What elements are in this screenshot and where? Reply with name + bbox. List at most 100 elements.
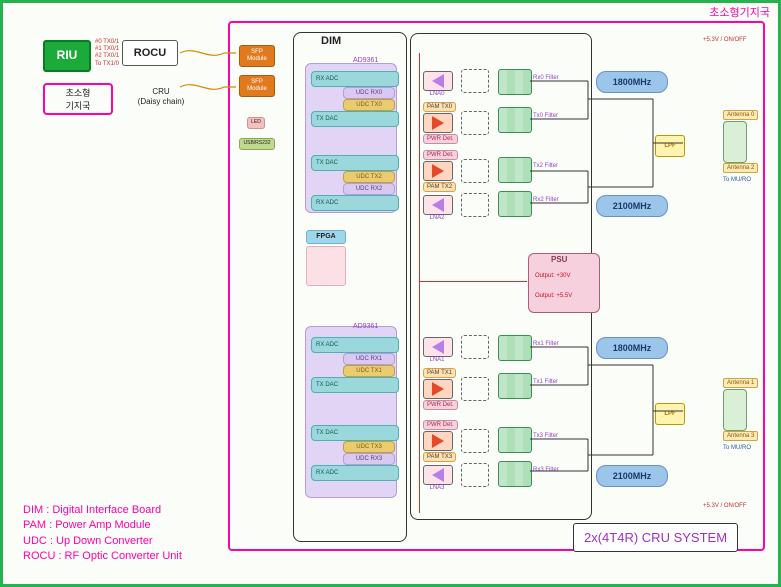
tx-dac-0: TX DAC [311, 111, 399, 127]
rx1-filter-label: Rx1 Filter [533, 341, 583, 347]
rx-adc-1: RX ADC [311, 337, 399, 353]
rx-adc-0: RX ADC [311, 71, 399, 87]
lpf-bot: LPF [655, 403, 685, 425]
udc-tx1: UDC TX1 [343, 365, 395, 377]
udc-rx2: UDC RX2 [343, 183, 395, 195]
fpga-label: FPGA [306, 230, 346, 244]
power-bus-wire [419, 53, 420, 513]
udc-rx3: UDC RX3 [343, 453, 395, 465]
tx-dac-3: TX DAC [311, 425, 399, 441]
rx-adc-2: RX ADC [311, 195, 399, 211]
pam-tx0-label: PAM TX0 [423, 102, 456, 112]
sfp-module-1: SFP Module [239, 75, 275, 97]
riu-block: RIU [43, 40, 91, 72]
rx3-filter-icon [498, 461, 532, 487]
psu-title: PSU [551, 255, 567, 265]
tx3-filter-label: Tx3 Filter [533, 433, 583, 439]
freq-1800-bot: 1800MHz [596, 337, 668, 359]
pam-tx1-label: PAM TX1 [423, 368, 456, 378]
pam-tx1-amp [423, 379, 453, 399]
rocu-block: ROCU [122, 40, 178, 66]
pam-tx0-amp [423, 113, 453, 133]
multiplier-icon-5 [461, 377, 489, 401]
freq-2100-bot: 2100MHz [596, 465, 668, 487]
pwr-det-2: PWR Det. [423, 150, 458, 160]
ant-switch-top [723, 121, 747, 163]
udc-tx0: UDC TX0 [343, 99, 395, 111]
rx2-filter-label: Rx2 Filter [533, 197, 583, 203]
multiplier-icon-1 [461, 111, 489, 135]
pwr-det-1: PWR Det. [423, 400, 458, 410]
udc-rx0: UDC RX0 [343, 87, 395, 99]
multiplier-icon-3 [461, 193, 489, 217]
ant3-label: Antenna 3 [723, 431, 758, 441]
pwr-label-bot: +5.3V / ON/OFF [703, 503, 747, 511]
legend-udc: UDC : Up Down Converter [23, 534, 182, 549]
psu-5-5v: Output: +5.5V [535, 293, 572, 299]
tx1-filter-icon [498, 373, 532, 399]
dim-title: DIM [321, 35, 341, 47]
ant2-label: Antenna 2 [723, 163, 758, 173]
ant1-label: Antenna 1 [723, 378, 758, 388]
lna3-label: LNA3 [417, 485, 457, 491]
freq-2100-top: 2100MHz [596, 195, 668, 217]
ant-switch-bot [723, 389, 747, 431]
rx3-filter-label: Rx3 Filter [533, 467, 583, 473]
sfp-module-0: SFP Module [239, 45, 275, 67]
lna2-amp [423, 195, 453, 215]
udc-rx1: UDC RX1 [343, 353, 395, 365]
lpf-top: LPF [655, 135, 685, 157]
usb-rs232-block: USB/RS232 [239, 138, 275, 150]
rx-adc-3: RX ADC [311, 465, 399, 481]
rx2-filter-icon [498, 191, 532, 217]
title-top: 초소형기지국 [709, 7, 770, 21]
tx3-filter-icon [498, 427, 532, 453]
pam-tx3-amp [423, 431, 453, 451]
cru-daisy-label: CRU (Daisy chain) [126, 87, 196, 107]
pam-tx2-amp [423, 161, 453, 181]
system-title: 2x(4T4R) CRU SYSTEM [573, 523, 738, 552]
tx2-filter-icon [498, 157, 532, 183]
lna0-label: LNA0 [417, 91, 457, 97]
tx2-filter-label: Tx2 Filter [533, 163, 583, 169]
riu-port-lines: #0 TX0/1 #1 TX0/1 #2 TX0/1 To TX1/0 [95, 39, 119, 68]
lna0-amp [423, 71, 453, 91]
ad9361-top-label: AD9361 [353, 57, 378, 66]
pwr-label-top: +5.3V / ON/OFF [703, 37, 747, 45]
legend-dim: DIM : Digital Interface Board [23, 503, 182, 518]
rx0-filter-icon [498, 69, 532, 95]
rx1-filter-icon [498, 335, 532, 361]
rx0-filter-label: Rx0 Filter [533, 75, 583, 81]
psu-30v: Output: +30V [535, 273, 571, 279]
ad9361-bot-label: AD9361 [353, 323, 378, 332]
lna3-amp [423, 465, 453, 485]
tx0-filter-label: Tx0 Filter [533, 113, 583, 119]
multiplier-icon-0 [461, 69, 489, 93]
multiplier-icon-4 [461, 335, 489, 359]
tx1-filter-label: Tx1 Filter [533, 379, 583, 385]
lna2-label: LNA2 [417, 215, 457, 221]
pwr-det-3: PWR Det. [423, 420, 458, 430]
lna1-label: LNA1 [417, 357, 457, 363]
fpga-body [306, 246, 346, 286]
diagram-canvas: 초소형기지국 RIU #0 TX0/1 #1 TX0/1 #2 TX0/1 To… [0, 0, 781, 587]
tx0-filter-icon [498, 107, 532, 133]
small-bs-block: 초소형 기지국 [43, 83, 113, 115]
led-block: LED [247, 117, 265, 129]
multiplier-icon-2 [461, 159, 489, 183]
tx-dac-1: TX DAC [311, 377, 399, 393]
to-mu-top: To MU/RO [723, 177, 751, 185]
ant0-label: Antenna 0 [723, 110, 758, 120]
udc-tx2: UDC TX2 [343, 171, 395, 183]
tx-dac-2: TX DAC [311, 155, 399, 171]
power-bus-branch [419, 281, 527, 282]
lna1-amp [423, 337, 453, 357]
to-mu-bot: To MU/RO [723, 445, 751, 453]
pam-tx2-label: PAM TX2 [423, 182, 456, 192]
legend-pam: PAM : Power Amp Module [23, 518, 182, 533]
udc-tx3: UDC TX3 [343, 441, 395, 453]
multiplier-icon-6 [461, 429, 489, 453]
pwr-det-0: PWR Det. [423, 134, 458, 144]
multiplier-icon-7 [461, 463, 489, 487]
legend-rocu: ROCU : RF Optic Converter Unit [23, 549, 182, 564]
